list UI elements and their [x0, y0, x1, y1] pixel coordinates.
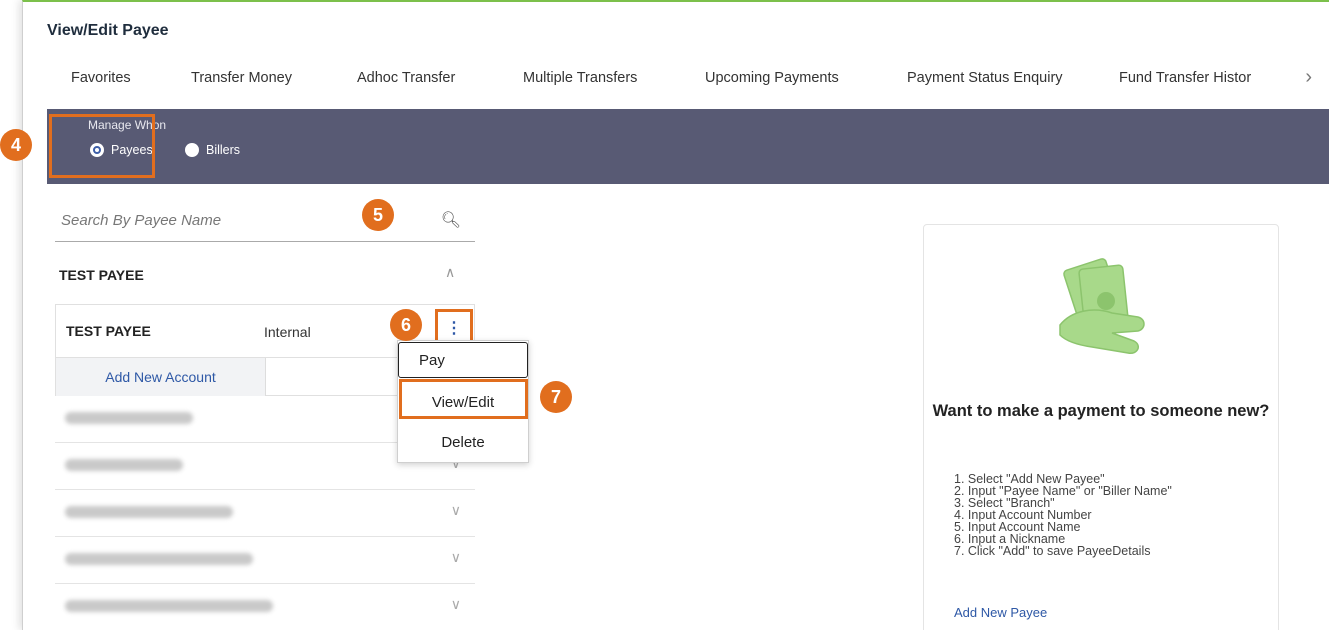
- chevron-down-icon[interactable]: ∨: [451, 549, 461, 566]
- search-input[interactable]: [55, 200, 415, 240]
- nav-item-payment-status-enquiry[interactable]: Payment Status Enquiry: [907, 70, 1063, 86]
- list-item[interactable]: ∨: [55, 584, 475, 630]
- nav-item-transfer-money[interactable]: Transfer Money: [191, 70, 292, 86]
- nav-item-favorites[interactable]: Favorites: [71, 70, 131, 86]
- app-frame: View/Edit Payee Favorites Transfer Money…: [22, 0, 1329, 630]
- page-title: View/Edit Payee: [47, 22, 169, 39]
- nav-item-fund-transfer-history[interactable]: Fund Transfer Histor: [1119, 70, 1251, 86]
- nav-item-multiple-transfers[interactable]: Multiple Transfers: [523, 70, 637, 86]
- blurred-payee-name: [65, 459, 183, 471]
- add-payee-promo-card: Want to make a payment to someone new? 1…: [923, 224, 1279, 630]
- payee-group-title: TEST PAYEE: [59, 267, 144, 283]
- blurred-payee-name: [65, 600, 273, 612]
- promo-step: 7. Click "Add" to save PayeeDetails: [954, 544, 1151, 558]
- callout-badge-6: 6: [390, 309, 422, 341]
- callout-badge-5: 5: [362, 199, 394, 231]
- payee-name: TEST PAYEE: [66, 323, 151, 339]
- callout-badge-7: 7: [540, 381, 572, 413]
- chevron-down-icon[interactable]: ∨: [451, 502, 461, 519]
- manage-band: Manage Whon Payees Billers: [47, 109, 1329, 184]
- money-hand-icon: [1059, 258, 1145, 354]
- chevron-right-icon[interactable]: ›: [1305, 66, 1312, 89]
- radio-unselected-icon: [185, 143, 199, 157]
- blurred-payee-name: [65, 553, 253, 565]
- promo-steps: 1. Select "Add New Payee" 2. Input "Paye…: [954, 473, 1172, 558]
- nav-item-upcoming-payments[interactable]: Upcoming Payments: [705, 70, 839, 86]
- blurred-payee-name: [65, 506, 233, 518]
- list-item[interactable]: ∨: [55, 490, 475, 537]
- search-bar: 🔍︎: [55, 200, 475, 242]
- nav-item-adhoc-transfer[interactable]: Adhoc Transfer: [357, 70, 455, 86]
- promo-title: Want to make a payment to someone new?: [932, 402, 1270, 420]
- add-new-payee-link[interactable]: Add New Payee: [954, 605, 1047, 620]
- callout-highlight-4: [49, 114, 155, 178]
- add-new-account-button[interactable]: Add New Account: [56, 358, 266, 396]
- radio-billers[interactable]: Billers: [185, 143, 240, 157]
- menu-item-delete[interactable]: Delete: [398, 423, 528, 461]
- callout-badge-4: 4: [0, 129, 32, 161]
- payee-type: Internal: [264, 324, 311, 340]
- top-nav: Favorites Transfer Money Adhoc Transfer …: [23, 54, 1329, 108]
- chevron-up-icon[interactable]: ∧: [445, 264, 455, 281]
- radio-billers-label: Billers: [206, 143, 241, 157]
- callout-highlight-7: [399, 379, 528, 419]
- list-item[interactable]: ∨: [55, 537, 475, 584]
- menu-item-pay[interactable]: Pay: [398, 342, 528, 378]
- chevron-down-icon[interactable]: ∨: [451, 596, 461, 613]
- blurred-payee-name: [65, 412, 193, 424]
- search-icon[interactable]: 🔍︎: [441, 210, 461, 230]
